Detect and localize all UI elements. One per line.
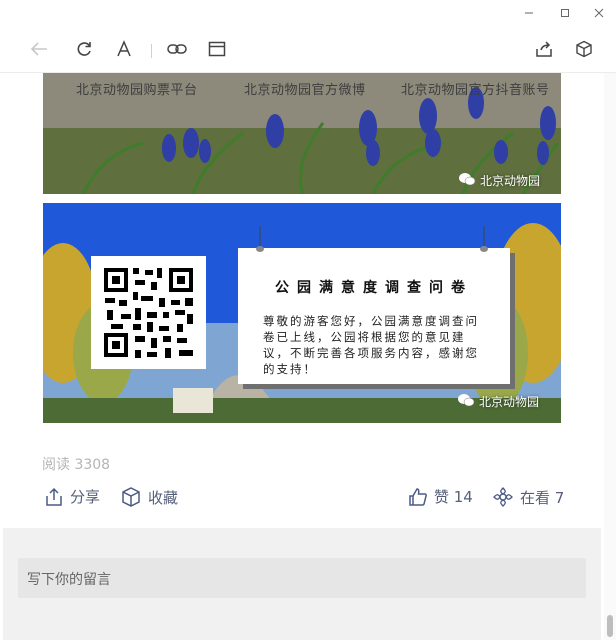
- watermark-text: 北京动物园: [479, 395, 540, 409]
- like-label: 赞 14: [434, 488, 473, 506]
- cube-icon[interactable]: [571, 36, 597, 62]
- action-bar: 分享 收藏 赞 14 在看 7: [0, 478, 616, 518]
- hanging-strings: [259, 226, 485, 246]
- survey-body: 尊敬的游客您好，公园满意度调查问卷已上线，公园将根据您的意见建议，不断完善各项服…: [263, 314, 479, 376]
- minimize-icon[interactable]: [512, 0, 546, 26]
- back-arrow-icon[interactable]: [26, 36, 52, 62]
- like-button[interactable]: 赞 14: [408, 486, 473, 507]
- title-bar: [0, 0, 616, 26]
- pins: [256, 246, 488, 252]
- comment-input[interactable]: 写下你的留言: [18, 558, 586, 598]
- window-icon[interactable]: [204, 36, 230, 62]
- toolbar-separator: [151, 44, 152, 58]
- wechat-icon: [458, 172, 476, 189]
- link-icon[interactable]: [164, 36, 190, 62]
- banner-image-survey: 公园满意度调查问卷 尊敬的游客您好，公园满意度调查问卷已上线，公园将根据您的意见…: [43, 203, 561, 423]
- favorite-label: 收藏: [148, 488, 179, 507]
- flower-icon: [493, 487, 513, 507]
- scrollbar-thumb[interactable]: [607, 615, 613, 637]
- survey-title: 公园满意度调查问卷: [275, 280, 473, 296]
- article-content: 北京动物园购票平台 北京动物园官方微博 北京动物园官方抖音账号 北京动物园 公园…: [0, 73, 616, 640]
- cube-icon: [122, 487, 140, 507]
- font-size-icon[interactable]: [111, 36, 137, 62]
- banner-label-douyin[interactable]: 北京动物园官方抖音账号: [401, 79, 550, 98]
- banner-label-ticketing[interactable]: 北京动物园购票平台: [76, 79, 198, 98]
- scrollbar[interactable]: [604, 73, 616, 640]
- banner-label-weibo[interactable]: 北京动物园官方微博: [244, 79, 366, 98]
- qr-code-image: [91, 256, 206, 369]
- watermark-text: 北京动物园: [480, 174, 541, 188]
- share-icon: [46, 487, 62, 506]
- survey-panel[interactable]: 公园满意度调查问卷 尊敬的游客您好，公园满意度调查问卷已上线，公园将根据您的意见…: [238, 226, 510, 384]
- watching-label: 在看 7: [520, 488, 565, 507]
- close-icon[interactable]: [582, 0, 616, 26]
- banner-image-flowers: 北京动物园购票平台 北京动物园官方微博 北京动物园官方抖音账号 北京动物园: [43, 73, 561, 194]
- share-icon[interactable]: [531, 36, 557, 62]
- toolbar: [0, 26, 616, 73]
- comment-placeholder: 写下你的留言: [27, 572, 111, 588]
- share-button[interactable]: 分享: [44, 486, 100, 507]
- refresh-icon[interactable]: [71, 36, 97, 62]
- qr-code[interactable]: [91, 256, 206, 369]
- share-label: 分享: [70, 488, 101, 506]
- thumbs-up-icon: [409, 487, 427, 506]
- watermark: 北京动物园: [457, 393, 539, 410]
- read-count: 阅读 3308: [42, 457, 111, 473]
- watching-button[interactable]: 在看 7: [492, 486, 564, 508]
- wechat-icon: [457, 393, 475, 410]
- favorite-button[interactable]: 收藏: [120, 486, 178, 508]
- maximize-icon[interactable]: [548, 0, 582, 26]
- watermark: 北京动物园: [458, 172, 540, 189]
